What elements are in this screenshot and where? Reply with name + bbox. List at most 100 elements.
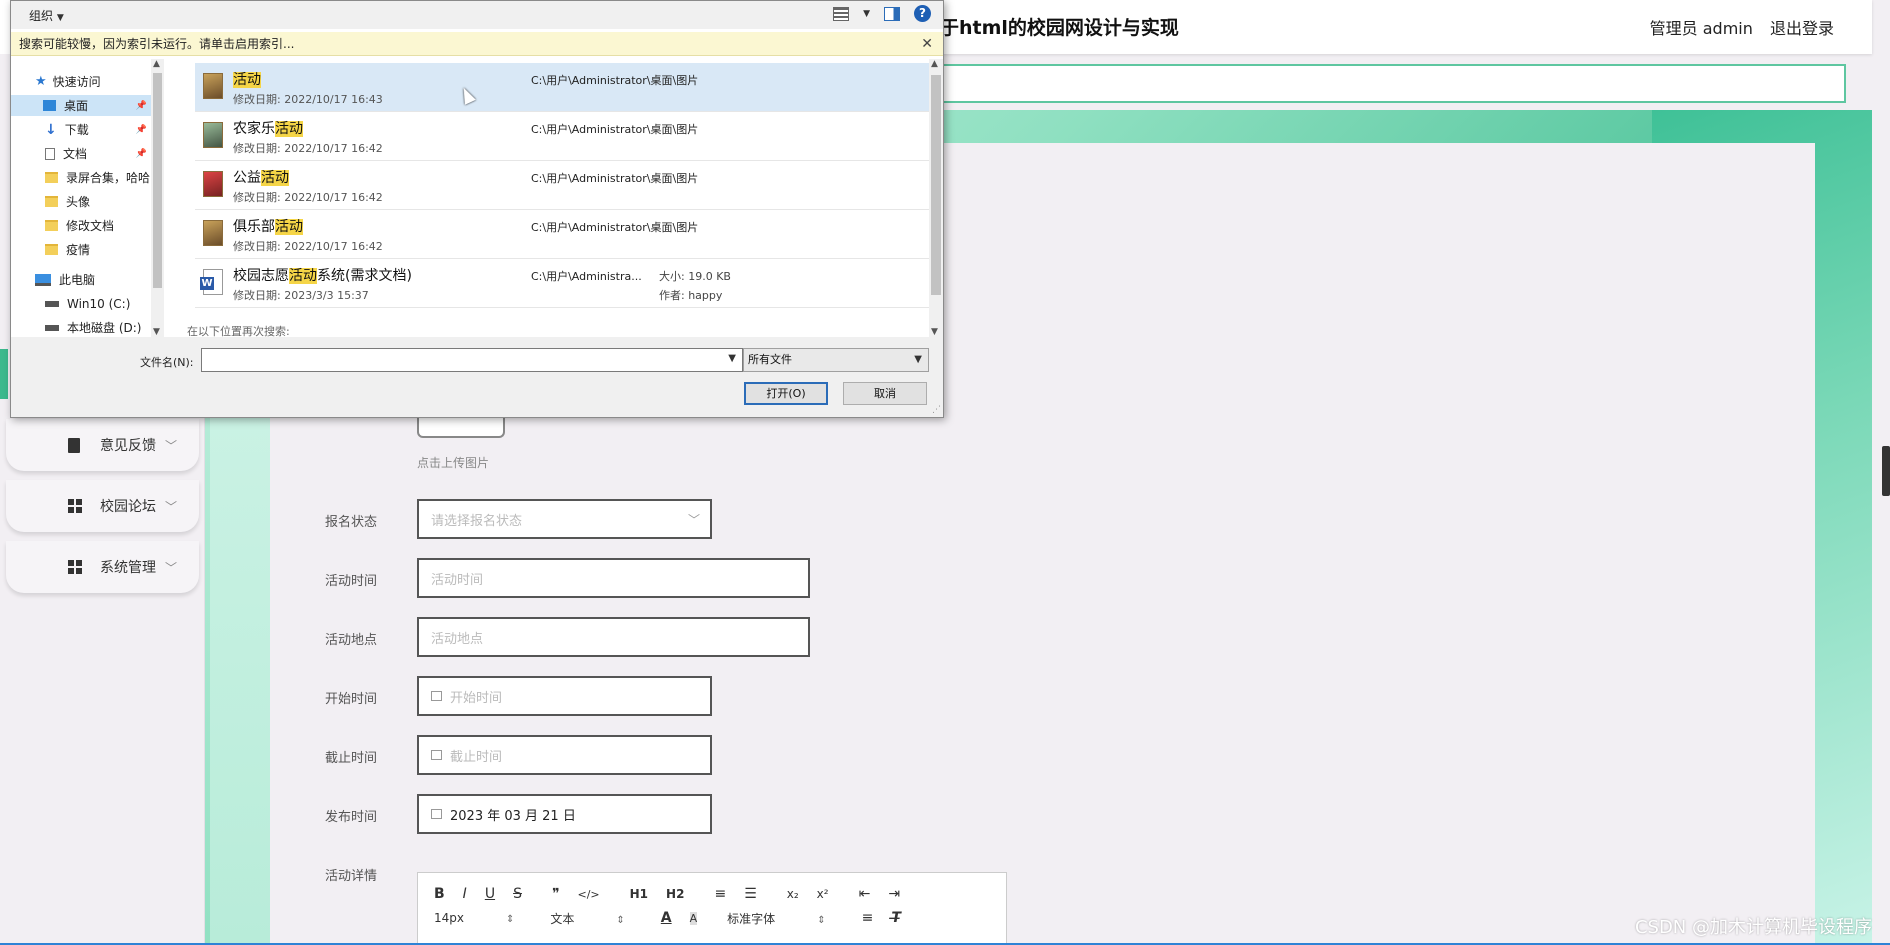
image-file-icon [203, 220, 223, 246]
chevron-down-icon: ▼ [914, 354, 922, 365]
end-time-picker[interactable]: 截止时间 [417, 735, 712, 775]
filename-input[interactable]: ▼ [201, 348, 743, 372]
results-scrollbar[interactable]: ▲ ▼ [929, 59, 943, 337]
file-row[interactable]: 农家乐活动 修改日期: 2022/10/17 16:42 C:\用户\Admin… [195, 112, 929, 161]
italic-button[interactable]: I [463, 886, 467, 902]
nav-scrollbar[interactable]: ▲ ▼ [151, 59, 164, 337]
nav-documents[interactable]: 文档 📌 [11, 143, 151, 164]
clear-format-icon[interactable]: T̶ [891, 910, 901, 926]
underline-button[interactable]: U [485, 886, 495, 902]
scroll-down-icon[interactable]: ▼ [931, 327, 938, 337]
file-name: 活动 [233, 69, 261, 89]
signup-status-select[interactable]: 请选择报名状态 ﹀ [417, 499, 712, 539]
start-time-picker[interactable]: 开始时间 [417, 676, 712, 716]
subscript-button[interactable]: x₂ [787, 887, 799, 901]
file-row[interactable]: 俱乐部活动 修改日期: 2022/10/17 16:42 C:\用户\Admin… [195, 210, 929, 259]
image-file-icon [203, 73, 223, 99]
help-icon[interactable]: ? [914, 5, 931, 22]
chevron-down-icon: ﹀ [164, 438, 177, 453]
sidebar-item-feedback[interactable]: 意见反馈 ﹀ [6, 419, 199, 471]
file-modified-date: 修改日期: 2023/3/3 15:37 [233, 289, 369, 302]
nav-drive-d[interactable]: 本地磁盘 (D:) [11, 317, 151, 338]
text-type-value: 文本 [550, 911, 575, 926]
organize-menu[interactable]: 组织 ▼ [29, 7, 64, 24]
file-row[interactable]: 活动 修改日期: 2022/10/17 16:43 C:\用户\Administ… [195, 63, 929, 112]
document-icon [45, 147, 55, 160]
nav-folder-avatar[interactable]: 头像 [11, 191, 151, 212]
nav-quick-access[interactable]: ★ 快速访问 [11, 71, 151, 92]
logout-link[interactable]: 退出登录 [1770, 19, 1834, 38]
bold-button[interactable]: B [434, 886, 445, 902]
file-row[interactable]: 公益活动 修改日期: 2022/10/17 16:42 C:\用户\Admini… [195, 161, 929, 210]
sidebar-item-system[interactable]: 系统管理 ﹀ [6, 541, 199, 593]
resize-grip-icon[interactable]: ⋰ [932, 405, 941, 415]
file-type-select[interactable]: 所有文件 ▼ [743, 348, 929, 372]
font-color-icon[interactable]: A [661, 910, 672, 926]
align-icon[interactable]: ≡ [862, 910, 874, 926]
ordered-list-button[interactable]: ≡ [714, 886, 726, 902]
user-area: 管理员 admin 退出登录 [1638, 15, 1834, 39]
nav-label: 疫情 [66, 243, 91, 257]
scroll-down-icon[interactable]: ▼ [153, 327, 160, 337]
activity-location-placeholder: 活动地点 [431, 631, 484, 647]
file-path: C:\用户\Administrator\桌面\图片 [531, 74, 699, 87]
chevron-down-icon: ﹀ [687, 512, 700, 527]
nav-scrollbar-thumb[interactable] [153, 73, 162, 288]
search-highlight: 活动 [275, 121, 303, 137]
nav-folder-edit-docs[interactable]: 修改文档 [11, 215, 151, 236]
index-infobar[interactable]: 搜索可能较慢，因为索引未运行。请单击启用索引... ✕ [11, 32, 943, 56]
bullet-list-button[interactable]: ☰ [744, 886, 757, 902]
font-size-select[interactable]: 14px ⇕ [434, 911, 514, 925]
scroll-up-icon[interactable]: ▲ [153, 59, 160, 69]
quote-button[interactable]: ❞ [552, 886, 560, 902]
preview-pane-icon[interactable] [884, 6, 900, 21]
caret-down-icon[interactable]: ▼ [863, 9, 870, 19]
sidebar-item-forum[interactable]: 校园论坛 ﹀ [6, 480, 199, 532]
page-scrollbar-thumb[interactable] [1882, 446, 1890, 496]
h1-button[interactable]: H1 [630, 887, 648, 901]
clipboard-icon [68, 437, 80, 453]
nav-label: 本地磁盘 (D:) [67, 321, 142, 335]
rich-text-editor[interactable]: B I U S ❞ </> H1 H2 ≡ ☰ x₂ x² ⇤ ⇥ 14px ⇕ … [417, 872, 1007, 945]
file-author: 作者: happy [659, 289, 723, 302]
scroll-up-icon[interactable]: ▲ [931, 59, 938, 69]
results-scrollbar-thumb[interactable] [931, 75, 941, 295]
strike-button[interactable]: S [513, 886, 522, 902]
activity-location-input[interactable]: 活动地点 [417, 617, 810, 657]
nav-drive-c[interactable]: Win10 (C:) [11, 293, 151, 314]
nav-folder-recordings[interactable]: 录屏合集，哈哈 [11, 167, 151, 188]
h2-button[interactable]: H2 [666, 887, 684, 901]
search-highlight: 活动 [261, 170, 289, 186]
folder-icon [45, 172, 58, 183]
publish-time-picker[interactable]: 2023 年 03 月 21 日 [417, 794, 712, 834]
file-row[interactable]: 校园志愿活动系统(需求文档) 修改日期: 2023/3/3 15:37 C:\用… [195, 259, 929, 308]
activity-time-label: 活动时间 [325, 574, 378, 589]
activity-time-input[interactable]: 活动时间 [417, 558, 810, 598]
end-time-label: 截止时间 [325, 751, 378, 766]
chevron-down-icon[interactable]: ▼ [728, 353, 736, 364]
nav-desktop[interactable]: 桌面 📌 [11, 95, 151, 116]
cancel-button[interactable]: 取消 [843, 382, 927, 405]
background-color-icon[interactable]: A [689, 911, 698, 925]
nav-downloads[interactable]: ↓ 下载 📌 [11, 119, 151, 140]
chevron-down-icon: ﹀ [164, 499, 177, 514]
close-icon[interactable]: ✕ [921, 32, 933, 56]
nav-folder-epidemic[interactable]: 疫情 [11, 239, 151, 260]
view-options-icon[interactable] [833, 6, 850, 21]
outdent-button[interactable]: ⇤ [859, 886, 871, 902]
font-family-select[interactable]: 标准字体 ⇕ [727, 910, 825, 927]
activity-time-placeholder: 活动时间 [431, 572, 484, 588]
activity-location-label: 活动地点 [325, 633, 378, 648]
indent-button[interactable]: ⇥ [888, 886, 900, 902]
code-button[interactable]: </> [578, 888, 600, 901]
open-button[interactable]: 打开(O) [744, 382, 828, 405]
text-type-select[interactable]: 文本 ⇕ [550, 910, 624, 927]
file-name: 公益活动 [233, 170, 289, 186]
nav-label: 录屏合集，哈哈 [66, 171, 151, 185]
file-name: 校园志愿活动系统(需求文档) [233, 268, 412, 284]
image-file-icon [203, 171, 223, 197]
start-time-placeholder: 开始时间 [450, 690, 503, 706]
nav-this-pc[interactable]: 此电脑 [11, 269, 151, 290]
superscript-button[interactable]: x² [817, 887, 829, 901]
top-search-bar[interactable] [940, 64, 1846, 103]
